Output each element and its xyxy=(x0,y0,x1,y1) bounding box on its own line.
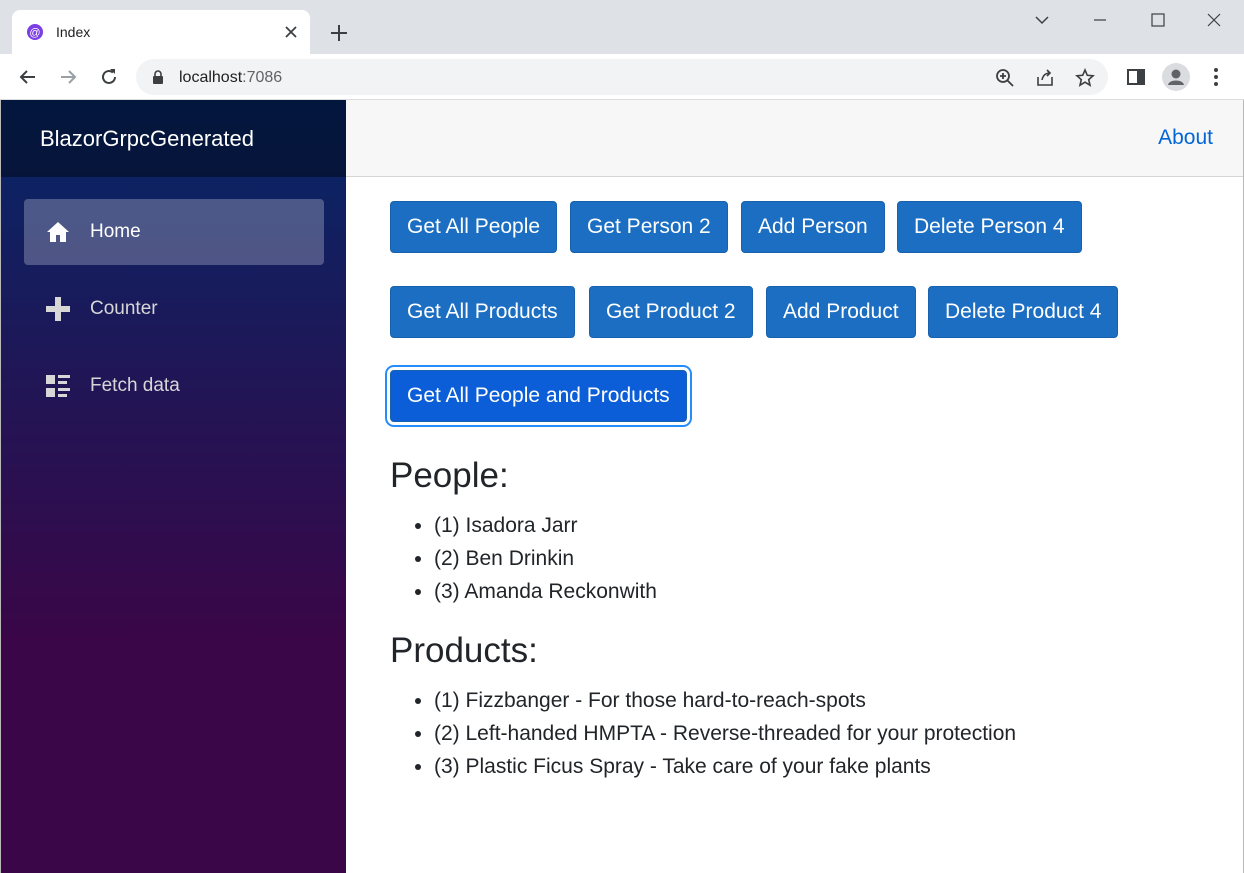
products-heading: Products: xyxy=(390,631,538,670)
menu-kebab-icon[interactable] xyxy=(1203,64,1229,90)
browser-toolbar: localhost:7086 xyxy=(0,54,1244,100)
app-root: BlazorGrpcGenerated Home Counter Fetch d… xyxy=(0,100,1244,873)
home-icon xyxy=(47,222,69,242)
sidebar: BlazorGrpcGenerated Home Counter Fetch d… xyxy=(1,100,346,873)
main-content: About Get All People Get Person 2 Add Pe… xyxy=(346,100,1243,873)
list-item: (2) Left-handed HMPTA - Reverse-threaded… xyxy=(434,717,1016,750)
nav-label-counter: Counter xyxy=(90,298,158,319)
products-list: (1) Fizzbanger - For those hard-to-reach… xyxy=(434,684,1016,783)
nav-item-counter[interactable]: Counter xyxy=(24,276,324,342)
nav-label-fetch-data: Fetch data xyxy=(90,375,180,396)
list-item: (1) Isadora Jarr xyxy=(434,509,657,542)
people-list: (1) Isadora Jarr (2) Ben Drinkin (3) Ama… xyxy=(434,509,657,608)
top-row: About xyxy=(346,100,1243,177)
brand-bar: BlazorGrpcGenerated xyxy=(1,100,346,177)
nav-item-home[interactable]: Home xyxy=(24,199,324,265)
maximize-icon[interactable] xyxy=(1146,8,1170,32)
get-product-2-button[interactable]: Get Product 2 xyxy=(589,286,753,338)
nav-label-home: Home xyxy=(90,221,141,242)
delete-product-4-button[interactable]: Delete Product 4 xyxy=(928,286,1119,338)
profile-person-icon xyxy=(1168,69,1184,85)
get-all-people-button[interactable]: Get All People xyxy=(390,201,558,253)
browser-tab[interactable]: @ Index xyxy=(12,10,310,54)
list-item: (3) Amanda Reckonwith xyxy=(434,575,657,608)
new-tab-icon[interactable] xyxy=(326,20,352,46)
profile-avatar-icon[interactable] xyxy=(1162,63,1190,91)
plus-icon xyxy=(46,297,70,321)
get-all-people-and-products-button[interactable]: Get All People and Products xyxy=(390,370,687,422)
url-port: :7086 xyxy=(242,69,283,86)
url-text[interactable]: localhost:7086 xyxy=(179,69,282,87)
minimize-icon[interactable] xyxy=(1088,8,1112,32)
address-bar[interactable]: localhost:7086 xyxy=(136,59,1108,95)
svg-text:@: @ xyxy=(29,27,40,39)
back-icon[interactable] xyxy=(15,64,41,90)
delete-person-4-button[interactable]: Delete Person 4 xyxy=(897,201,1082,253)
list-icon xyxy=(46,375,70,397)
nav-item-fetch-data[interactable]: Fetch data xyxy=(24,353,324,419)
about-link[interactable]: About xyxy=(1158,126,1213,150)
lock-icon[interactable] xyxy=(150,69,166,85)
list-item: (2) Ben Drinkin xyxy=(434,542,657,575)
people-heading: People: xyxy=(390,456,509,495)
get-person-2-button[interactable]: Get Person 2 xyxy=(570,201,728,253)
close-window-icon[interactable] xyxy=(1202,8,1226,32)
blazor-favicon-icon: @ xyxy=(27,24,43,40)
add-product-button[interactable]: Add Product xyxy=(766,286,916,338)
get-all-products-button[interactable]: Get All Products xyxy=(390,286,575,338)
list-item: (1) Fizzbanger - For those hard-to-reach… xyxy=(434,684,1016,717)
forward-icon[interactable] xyxy=(55,64,81,90)
tab-search-icon[interactable] xyxy=(1030,8,1054,32)
share-icon[interactable] xyxy=(1034,67,1056,89)
close-tab-icon[interactable] xyxy=(280,21,302,43)
browser-titlebar: @ Index xyxy=(0,0,1244,54)
bookmark-star-icon[interactable] xyxy=(1074,67,1096,89)
side-panel-icon[interactable] xyxy=(1123,64,1149,90)
tab-title: Index xyxy=(56,24,91,40)
add-person-button[interactable]: Add Person xyxy=(741,201,885,253)
zoom-icon[interactable] xyxy=(994,67,1016,89)
brand-title[interactable]: BlazorGrpcGenerated xyxy=(40,126,254,152)
list-item: (3) Plastic Ficus Spray - Take care of y… xyxy=(434,750,1016,783)
url-host: localhost xyxy=(179,69,243,86)
reload-icon[interactable] xyxy=(96,64,122,90)
